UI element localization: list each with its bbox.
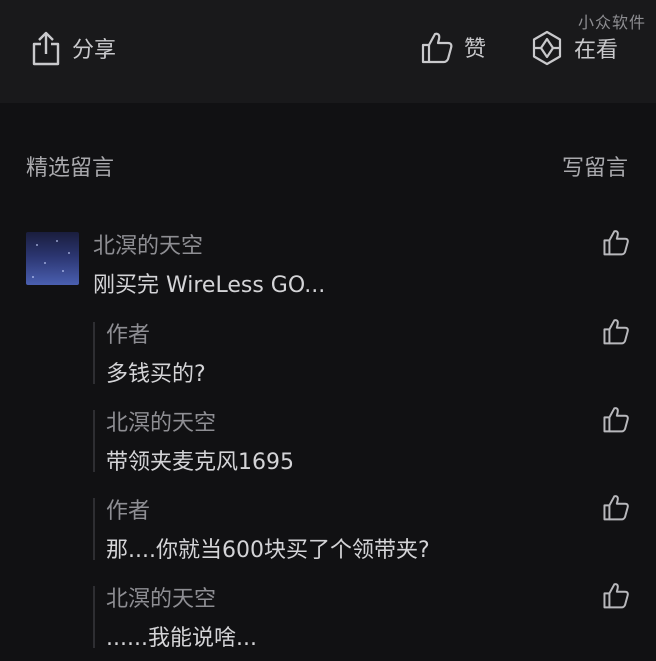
seeing-label: 在看 [574, 38, 619, 63]
thumbs-up-icon[interactable] [602, 317, 630, 345]
comment-author[interactable]: 北溟的天空 [93, 228, 203, 260]
reply-divider [93, 410, 95, 472]
seeing-button[interactable]: 在看 [530, 30, 618, 66]
reply-author[interactable]: 作者 [106, 317, 150, 349]
reply-author[interactable]: 北溟的天空 [106, 581, 216, 613]
share-button[interactable]: 分享 [30, 30, 116, 66]
thumbs-up-icon[interactable] [602, 228, 630, 256]
reply-author[interactable]: 北溟的天空 [106, 405, 216, 437]
thumbs-up-icon [421, 32, 453, 64]
avatar[interactable] [26, 232, 79, 285]
section-title: 精选留言 [26, 156, 115, 181]
reply-author[interactable]: 作者 [106, 493, 150, 525]
reply-text: 那....你就当600块买了个领带夹? [106, 538, 430, 563]
thumbs-up-icon[interactable] [602, 581, 630, 609]
like-label: 赞 [464, 37, 487, 62]
reply-text: 带领夹麦克风1695 [106, 450, 294, 475]
share-icon [32, 31, 60, 66]
reply-text: 多钱买的? [106, 362, 206, 387]
thumbs-up-icon[interactable] [602, 493, 630, 521]
like-button[interactable]: 赞 [420, 30, 486, 64]
thumbs-up-icon[interactable] [602, 405, 630, 433]
reply-divider [93, 586, 95, 648]
comment-text: 刚买完 WireLess GO... [93, 273, 326, 298]
seeing-icon [532, 30, 562, 66]
write-comment-button[interactable]: 写留言 [562, 150, 628, 182]
reply-divider [93, 498, 95, 560]
share-label: 分享 [72, 38, 117, 63]
reply-divider [93, 322, 95, 384]
reply-text: ......我能说啥... [106, 626, 257, 651]
